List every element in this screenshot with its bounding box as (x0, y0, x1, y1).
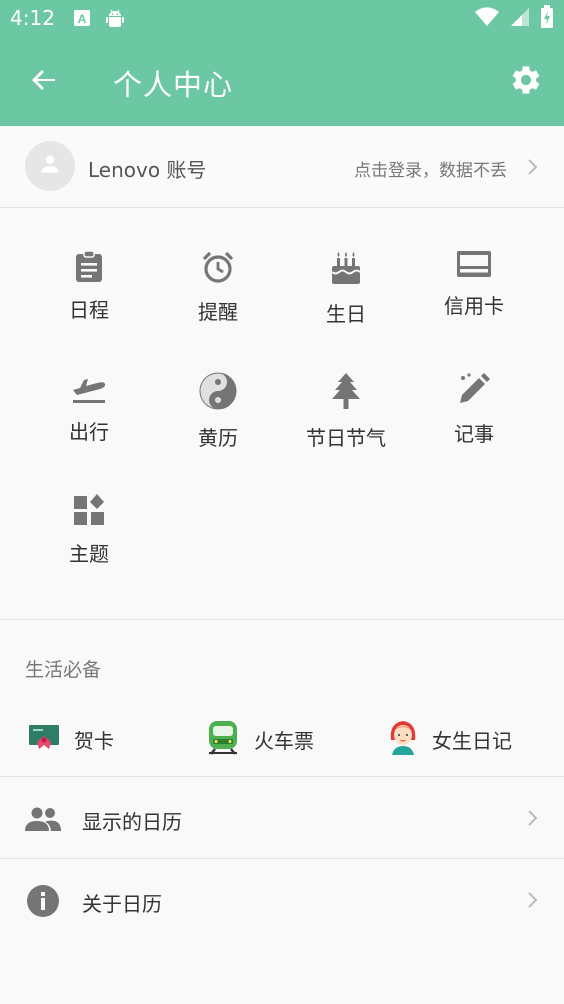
feature-label: 节日节气 (306, 426, 386, 450)
android-icon (104, 8, 126, 30)
feature-label: 日程 (69, 298, 109, 322)
yin-yang-icon (198, 372, 238, 410)
arrow-back-icon (30, 66, 58, 98)
account-login-row[interactable]: Lenovo 账号 点击登录，数据不丢 (0, 126, 564, 208)
life-item-label: 贺卡 (74, 728, 114, 753)
svg-text:A: A (78, 12, 87, 26)
status-time: 4:12 (10, 6, 55, 30)
feature-label: 黄历 (198, 426, 238, 450)
alarm-clock-icon (198, 250, 238, 284)
pencil-icon (454, 372, 494, 406)
page-title: 个人中心 (113, 68, 234, 102)
settings-button[interactable] (504, 60, 548, 104)
girl-avatar-icon (388, 718, 418, 760)
cell-signal-icon (510, 7, 530, 31)
chevron-right-icon (522, 157, 542, 177)
gear-icon (509, 63, 543, 101)
clipboard-icon (69, 250, 109, 282)
life-item-label: 火车票 (254, 728, 314, 753)
wifi-icon (474, 7, 500, 31)
avatar (25, 141, 75, 191)
feature-festivals[interactable]: 节日节气 (282, 330, 410, 450)
status-bar: 4:12 A (0, 0, 564, 38)
birthday-cake-icon (326, 250, 366, 286)
feature-label: 生日 (326, 302, 366, 326)
feature-theme[interactable]: 主题 (25, 452, 153, 566)
account-label: Lenovo 账号 (88, 158, 207, 182)
feature-travel[interactable]: 出行 (25, 330, 153, 444)
info-icon (25, 883, 61, 919)
app-header: 4:12 A 个人中心 (0, 0, 564, 126)
chevron-right-icon (522, 808, 542, 828)
life-item-greeting-card[interactable]: 贺卡 (28, 714, 114, 764)
theme-blocks-icon (69, 494, 109, 526)
feature-label: 出行 (69, 420, 109, 444)
pine-tree-icon (326, 372, 366, 410)
keyboard-a-icon: A (72, 8, 94, 30)
row-about-calendar[interactable]: 关于日历 (0, 858, 564, 940)
feature-notes[interactable]: 记事 (410, 330, 538, 446)
train-icon (206, 719, 240, 759)
toolbar: 个人中心 (0, 38, 564, 126)
feature-grid: 日程 提醒 生日 信用卡 出行 黄历 节日节气 记事 主题 (0, 208, 564, 620)
feature-schedule[interactable]: 日程 (25, 208, 153, 322)
row-displayed-calendars[interactable]: 显示的日历 (0, 776, 564, 858)
greeting-card-icon (28, 722, 60, 756)
life-item-label: 女生日记 (432, 728, 512, 753)
feature-birthday[interactable]: 生日 (282, 208, 410, 326)
life-item-train-ticket[interactable]: 火车票 (206, 714, 314, 764)
section-title: 生活必备 (25, 659, 102, 681)
battery-charging-icon (540, 5, 554, 33)
feature-label: 主题 (69, 542, 109, 566)
row-label: 显示的日历 (82, 810, 182, 834)
back-button[interactable] (20, 58, 68, 106)
airplane-takeoff-icon (69, 372, 109, 404)
person-icon (37, 151, 63, 181)
row-label: 关于日历 (82, 892, 162, 916)
feature-label: 记事 (454, 422, 494, 446)
account-login-hint: 点击登录，数据不丢 (354, 161, 507, 181)
people-icon (25, 801, 61, 837)
feature-label: 提醒 (198, 300, 238, 324)
feature-reminder[interactable]: 提醒 (154, 208, 282, 324)
status-icons (474, 5, 554, 33)
feature-credit-card[interactable]: 信用卡 (410, 208, 538, 318)
credit-card-icon (454, 250, 494, 278)
life-item-girl-diary[interactable]: 女生日记 (388, 714, 512, 764)
chevron-right-icon (522, 890, 542, 910)
feature-label: 信用卡 (444, 294, 504, 318)
feature-almanac[interactable]: 黄历 (154, 330, 282, 450)
